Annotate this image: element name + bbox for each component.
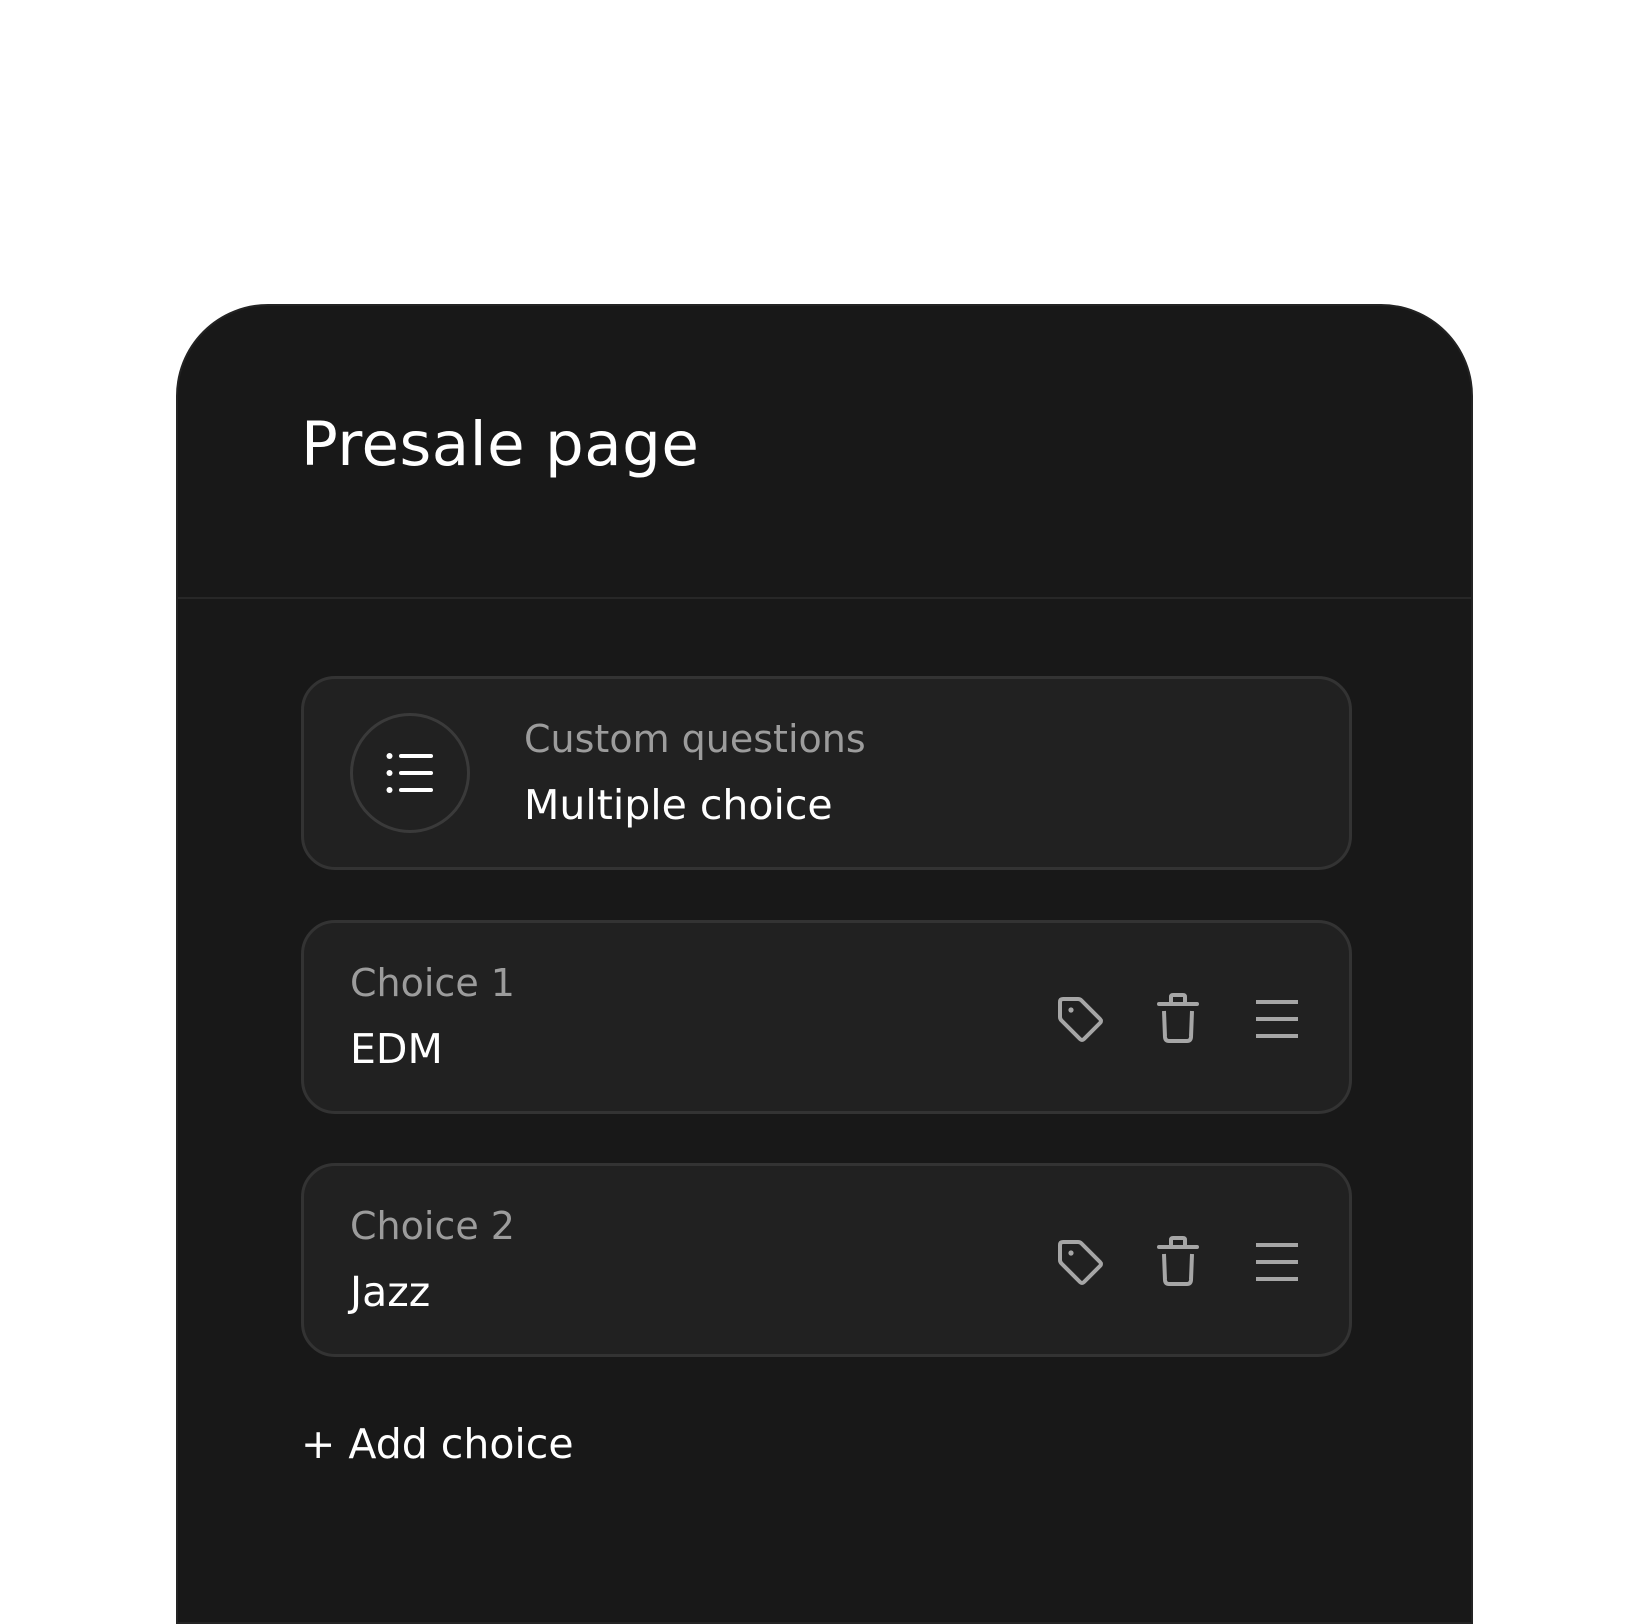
tag-button[interactable] xyxy=(1052,991,1108,1047)
drag-handle[interactable] xyxy=(1249,1234,1305,1290)
drag-handle-icon xyxy=(1256,1243,1298,1281)
question-section-label: Custom questions xyxy=(524,717,866,761)
choice-label: Choice 2 xyxy=(350,1204,515,1248)
choice-label: Choice 1 xyxy=(350,961,515,1005)
header-divider xyxy=(178,597,1471,599)
drag-handle[interactable] xyxy=(1249,991,1305,1047)
add-choice-button[interactable]: + Add choice xyxy=(301,1424,574,1465)
question-type-card[interactable]: Custom questions Multiple choice xyxy=(301,676,1352,870)
list-icon xyxy=(386,753,433,793)
delete-button[interactable] xyxy=(1150,991,1206,1047)
trash-icon xyxy=(1157,993,1199,1043)
choice-card[interactable]: Choice 1 EDM xyxy=(301,920,1352,1114)
tag-icon xyxy=(1058,1240,1103,1285)
tag-button[interactable] xyxy=(1052,1234,1108,1290)
choice-value[interactable]: EDM xyxy=(350,1029,443,1070)
question-type-value: Multiple choice xyxy=(524,781,833,829)
choice-value[interactable]: Jazz xyxy=(350,1272,430,1313)
trash-icon xyxy=(1157,1236,1199,1286)
drag-handle-icon xyxy=(1256,1000,1298,1038)
delete-button[interactable] xyxy=(1150,1234,1206,1290)
panel-title: Presale page xyxy=(301,409,700,480)
question-type-icon-badge xyxy=(350,713,470,833)
presale-panel: Presale page Custom questions Multiple c… xyxy=(176,304,1473,1624)
tag-icon xyxy=(1058,997,1103,1042)
choice-card[interactable]: Choice 2 Jazz xyxy=(301,1163,1352,1357)
